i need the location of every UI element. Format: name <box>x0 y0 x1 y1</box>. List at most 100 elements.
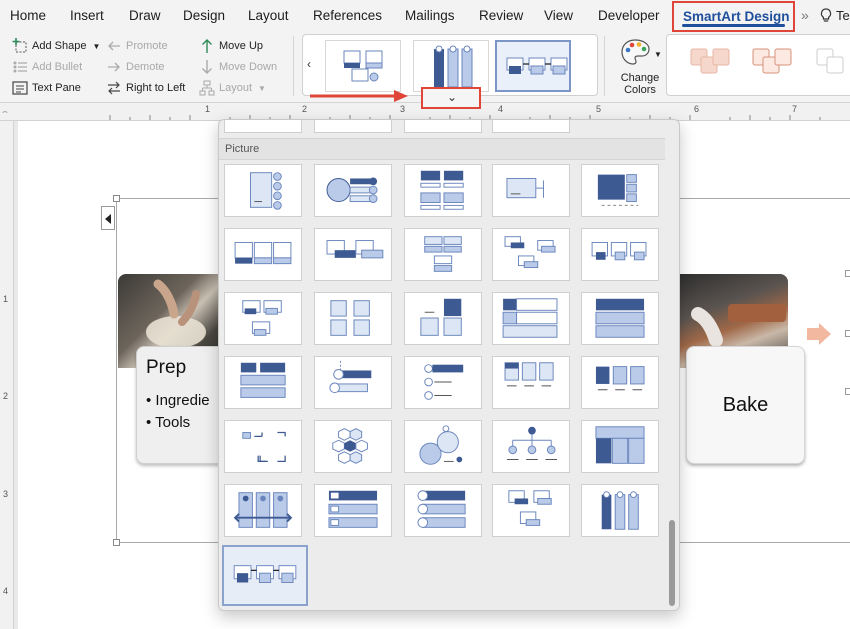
style-thumbnail[interactable] <box>816 48 844 74</box>
demote-label: Demote <box>126 61 165 73</box>
layout-thumbnail[interactable] <box>404 484 482 537</box>
tab-design[interactable]: Design <box>183 8 225 23</box>
move-up-label: Move Up <box>219 40 264 52</box>
resize-handle[interactable] <box>113 539 120 546</box>
move-down-label: Move Down <box>219 61 278 73</box>
add-shape-button[interactable]: Add Shape ▼ <box>12 37 100 55</box>
text-pane-toggle-icon[interactable] <box>101 206 115 230</box>
ruler-number: 7 <box>792 104 798 114</box>
move-up-button[interactable]: Move Up <box>199 37 263 55</box>
tab-view[interactable]: View <box>544 8 573 23</box>
ruler-number: 2 <box>3 391 9 401</box>
tab-references[interactable]: References <box>313 8 382 23</box>
ribbon-separator <box>604 36 605 96</box>
tab-draw[interactable]: Draw <box>129 8 161 23</box>
layout-thumbnail[interactable] <box>314 228 392 281</box>
layout-thumbnail[interactable] <box>314 292 392 345</box>
layout-thumbnail[interactable] <box>404 356 482 409</box>
style-thumbnail[interactable] <box>690 48 730 74</box>
ruler-number: 2 <box>302 104 308 114</box>
lightbulb-icon <box>820 8 832 22</box>
layout-thumbnail[interactable] <box>224 292 302 345</box>
layout-thumbnail[interactable] <box>581 228 659 281</box>
ruler-number: 3 <box>400 104 406 114</box>
layout-thumbnail[interactable] <box>314 356 392 409</box>
more-tabs-icon[interactable]: » <box>801 7 809 23</box>
layout-thumbnail[interactable] <box>224 228 302 281</box>
tab-review[interactable]: Review <box>479 8 523 23</box>
layout-thumbnail[interactable] <box>492 420 570 473</box>
layout-thumbnail[interactable] <box>404 292 482 345</box>
resize-handle[interactable] <box>845 330 850 337</box>
layout-thumbnail[interactable] <box>224 120 302 133</box>
layout-thumbnail[interactable] <box>224 484 302 537</box>
resize-handle[interactable] <box>845 388 850 395</box>
layout-thumbnail[interactable] <box>314 484 392 537</box>
layout-thumbnail[interactable] <box>581 356 659 409</box>
swap-arrows-icon <box>106 80 122 96</box>
tab-developer[interactable]: Developer <box>598 8 660 23</box>
layout-thumbnail[interactable] <box>224 164 302 217</box>
promote-label: Promote <box>126 40 168 52</box>
tab-smartart-design-label: SmartArt Design <box>683 9 790 24</box>
tab-mailings[interactable]: Mailings <box>405 8 455 23</box>
change-colors-label: Change Colors <box>620 72 660 96</box>
tab-home[interactable]: Home <box>10 8 46 23</box>
layout-thumbnail[interactable] <box>314 120 392 133</box>
layout-thumbnail[interactable] <box>492 356 570 409</box>
layout-thumbnail[interactable] <box>404 228 482 281</box>
layout-thumbnail[interactable] <box>492 228 570 281</box>
layout-thumbnail[interactable] <box>314 420 392 473</box>
gallery-prev-icon[interactable]: ‹ <box>307 57 311 71</box>
smartart-styles-gallery <box>666 34 850 96</box>
layout-thumbnail[interactable] <box>492 120 570 133</box>
section-label: Picture <box>225 143 260 155</box>
prep-bullet-item: • Ingredie <box>146 392 210 409</box>
move-down-button[interactable]: Move Down <box>199 58 277 76</box>
layout-thumbnail[interactable] <box>492 484 570 537</box>
layout-thumbnail[interactable] <box>325 40 401 92</box>
layout-thumbnail-selected[interactable] <box>495 40 571 92</box>
layout-button[interactable]: Layout ▼ <box>199 79 266 97</box>
ruler-number: 5 <box>596 104 602 114</box>
layout-thumbnail-selected[interactable] <box>222 545 308 606</box>
layout-thumbnail[interactable] <box>404 420 482 473</box>
add-bullet-button[interactable]: Add Bullet <box>12 58 82 76</box>
layout-thumbnail[interactable] <box>404 120 482 133</box>
layout-thumbnail[interactable] <box>224 420 302 473</box>
layout-thumbnail[interactable] <box>581 164 659 217</box>
demote-button[interactable]: Demote <box>106 58 165 76</box>
resize-handle[interactable] <box>113 195 120 202</box>
layout-thumbnail[interactable] <box>224 356 302 409</box>
tab-insert[interactable]: Insert <box>70 8 104 23</box>
layouts-dropdown-button[interactable]: ⌄ <box>421 87 481 109</box>
layout-thumbnail[interactable] <box>413 40 489 92</box>
bullet-list-icon <box>12 59 28 75</box>
layout-thumbnail[interactable] <box>404 164 482 217</box>
promote-button[interactable]: Promote <box>106 37 168 55</box>
text-pane-icon <box>12 80 28 96</box>
right-to-left-button[interactable]: Right to Left <box>106 79 185 97</box>
layout-thumbnail[interactable] <box>492 164 570 217</box>
layout-thumbnail[interactable] <box>581 420 659 473</box>
tab-layout[interactable]: Layout <box>248 8 289 23</box>
arrow-up-icon <box>199 38 215 54</box>
ruler-number: 6 <box>694 104 700 114</box>
bake-title: Bake <box>722 394 769 416</box>
prep-bullet-text: Ingredie <box>155 392 210 409</box>
layout-thumbnail[interactable] <box>581 484 659 537</box>
layout-thumbnail[interactable] <box>581 292 659 345</box>
tab-smartart-design[interactable]: SmartArt Design <box>672 1 795 32</box>
tell-me-button[interactable]: Te <box>820 6 850 28</box>
gallery-scrollbar[interactable] <box>669 520 675 606</box>
layout-thumbnail[interactable] <box>314 164 392 217</box>
text-pane-button[interactable]: Text Pane <box>12 79 81 97</box>
layout-thumbnail[interactable] <box>492 292 570 345</box>
style-thumbnail[interactable] <box>752 48 792 74</box>
change-colors-button[interactable]: ▼ Change Colors <box>612 38 664 98</box>
resize-handle[interactable] <box>845 270 850 277</box>
chevron-down-icon: ▼ <box>654 50 662 59</box>
layout-label: Layout <box>219 82 253 94</box>
ruler-number: 4 <box>498 104 504 114</box>
ribbon-separator <box>293 36 294 96</box>
